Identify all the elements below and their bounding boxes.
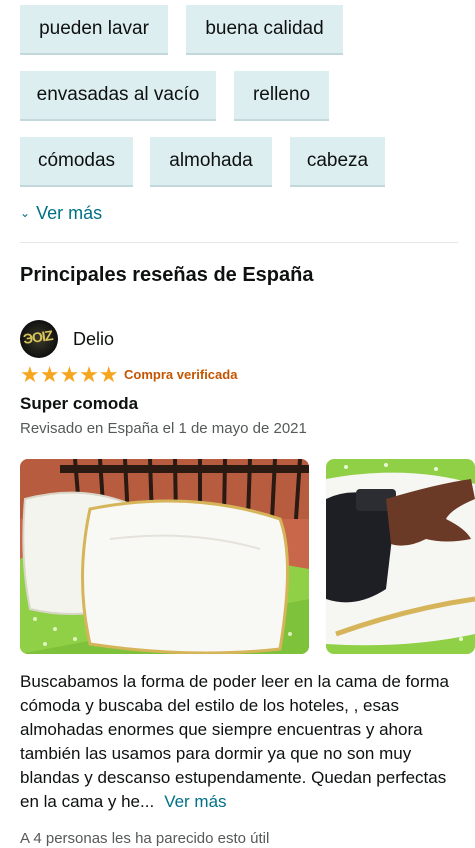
- review-body: Buscabamos la forma de poder leer en la …: [20, 670, 460, 814]
- tag-chip-pueden-lavar[interactable]: pueden lavar: [20, 5, 168, 55]
- tag-chip-almohada[interactable]: almohada: [150, 137, 272, 187]
- verified-purchase-badge: Compra verificada: [124, 367, 238, 382]
- tag-chip-cabeza[interactable]: cabeza: [290, 137, 385, 187]
- read-more-link[interactable]: Ver más: [164, 792, 226, 811]
- reviewer-avatar: ЭOIZ: [20, 320, 58, 358]
- review-date: Revisado en España el 1 de mayo de 2021: [20, 420, 307, 437]
- see-more-label: Ver más: [36, 203, 103, 223]
- tag-chip-envasadas-al-vacio[interactable]: envasadas al vacío: [20, 71, 216, 121]
- helpful-count: A 4 personas les ha parecido esto útil: [20, 830, 270, 847]
- section-divider: [20, 242, 458, 243]
- tag-chip-comodas[interactable]: cómodas: [20, 137, 133, 187]
- see-more-tags-link[interactable]: ⌄ Ver más: [20, 203, 102, 224]
- tag-chip-relleno[interactable]: relleno: [234, 71, 329, 121]
- review-photo-1[interactable]: [20, 459, 309, 654]
- star-rating: ★★★★★: [20, 362, 119, 387]
- section-title: Principales reseñas de España: [20, 264, 314, 286]
- review-photo-2[interactable]: [326, 459, 475, 654]
- review-title: Super comoda: [20, 394, 139, 413]
- chevron-down-icon: ⌄: [20, 206, 31, 220]
- reviewer-name: Delio: [73, 329, 115, 349]
- tag-chip-buena-calidad[interactable]: buena calidad: [186, 5, 343, 55]
- review-body-text: Buscabamos la forma de poder leer en la …: [20, 672, 450, 811]
